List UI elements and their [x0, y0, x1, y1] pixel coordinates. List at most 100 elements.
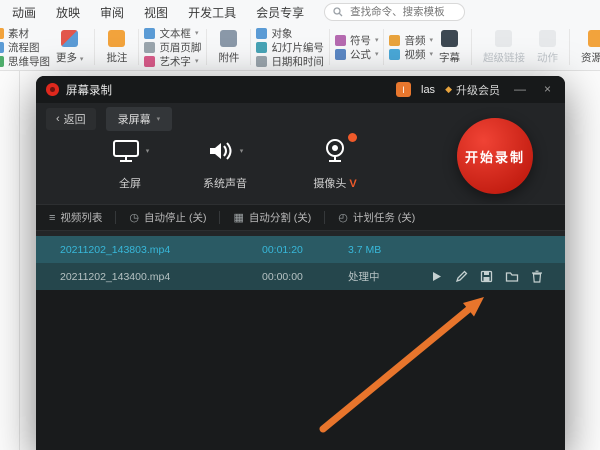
toolbar-divider — [569, 29, 570, 65]
minimize-button[interactable]: — — [510, 76, 530, 103]
toolbar-item-attachment[interactable]: 附件 — [212, 30, 245, 65]
toolbar-item-header-footer[interactable]: 页眉页脚 — [144, 41, 201, 53]
back-button[interactable]: ‹ 返回 — [46, 108, 96, 130]
toolbar-divider — [94, 29, 95, 65]
edit-icon[interactable] — [455, 270, 468, 283]
header-footer-icon — [144, 42, 155, 53]
panel-divider — [19, 71, 20, 450]
toolbar-item-flowchart[interactable]: 流程图 — [0, 41, 50, 53]
record-mode-dropdown[interactable]: 录屏幕 ▾ — [106, 107, 173, 131]
back-label: 返回 — [64, 111, 86, 127]
delete-icon[interactable] — [531, 270, 543, 283]
toolbar-label: 批注 — [106, 50, 127, 65]
toolbar-item-video[interactable]: 视频 ▾ — [389, 48, 433, 60]
tab-video-list[interactable]: ≡ 视频列表 — [36, 205, 115, 230]
tab-auto-split[interactable]: ▦ 自动分割 (关) — [220, 205, 324, 230]
toolbar-item-audio[interactable]: 音频 ▾ — [389, 34, 433, 46]
system-sound-option[interactable]: ▾ 系统声音 — [175, 132, 275, 191]
window-title: 屏幕录制 — [66, 82, 112, 98]
toolbar-divider — [329, 29, 330, 65]
toolbar-item-material[interactable]: 素材 — [0, 27, 50, 39]
row-actions — [430, 270, 543, 283]
window-titlebar: 屏幕录制 l las ◆ 升级会员 — × — [36, 76, 565, 103]
toolbar-item-more[interactable]: 更多 ▾ — [50, 30, 89, 65]
toolbar-item-textbox[interactable]: 文本框 ▾ — [144, 27, 201, 39]
toolbar-item-datetime[interactable]: 日期和时间 — [256, 55, 324, 67]
toolbar-label: 动作 — [537, 50, 558, 65]
table-row[interactable]: 20211202_143400.mp4 00:00:00 处理中 — [36, 263, 565, 290]
menu-view[interactable]: 视图 — [144, 4, 168, 21]
fullscreen-option[interactable]: ▾ 全屏 — [80, 132, 180, 191]
tab-schedule[interactable]: ◴ 计划任务 (关) — [325, 205, 428, 230]
ribbon-menu-bar: 动画 放映 审阅 视图 开发工具 会员专享 — [0, 0, 600, 24]
toolbar-item-formula[interactable]: 公式 ▾ — [335, 48, 379, 60]
start-record-button[interactable]: 开始录制 — [457, 118, 533, 194]
clock-icon: ◴ — [338, 211, 348, 224]
toolbar-label: 页眉页脚 — [159, 40, 201, 55]
toolbar-label: 幻灯片编号 — [271, 40, 324, 55]
toolbar-item-resource[interactable]: 资源夹 — [575, 30, 600, 65]
upgrade-member-button[interactable]: ◆ 升级会员 — [445, 82, 500, 98]
close-button[interactable]: × — [540, 76, 555, 103]
toolbar-divider — [206, 29, 207, 65]
menu-slideshow[interactable]: 放映 — [56, 4, 80, 21]
chevron-down-icon: ▾ — [195, 29, 199, 37]
menu-devtools[interactable]: 开发工具 — [188, 4, 236, 21]
monitor-icon — [111, 138, 141, 164]
toolbar-label: 资源夹 — [581, 50, 600, 65]
toolbar-label: 思维导图 — [8, 54, 50, 69]
toolbar-label: 流程图 — [8, 40, 40, 55]
chevron-down-icon: ▾ — [240, 147, 244, 155]
play-icon[interactable] — [430, 270, 443, 283]
video-list: 20211202_143803.mp4 00:01:20 3.7 MB 2021… — [36, 236, 565, 290]
toolbar-item-object[interactable]: 对象 — [256, 27, 324, 39]
screen-recorder-window: 屏幕录制 l las ◆ 升级会员 — × ‹ 返回 录屏幕 ▾ — [36, 76, 565, 450]
chevron-down-icon: ▾ — [157, 115, 161, 123]
mode-label: 录屏幕 — [118, 111, 151, 127]
toolbar-item-hyperlink: 超级链接 — [477, 30, 531, 65]
record-app-icon — [46, 83, 59, 96]
toolbar-item-symbol[interactable]: 符号 ▾ — [335, 34, 379, 46]
toolbar-item-slide-number[interactable]: 幻灯片编号 — [256, 41, 324, 53]
start-record-label: 开始录制 — [465, 147, 525, 166]
search-icon — [333, 7, 343, 17]
toolbar-label: 符号 — [350, 33, 371, 48]
toolbar-item-comment[interactable]: 批注 — [100, 30, 133, 65]
menu-review[interactable]: 审阅 — [100, 4, 124, 21]
chevron-left-icon: ‹ — [56, 113, 60, 125]
toolbar-label: 公式 — [350, 47, 371, 62]
symbol-icon — [335, 35, 346, 46]
toolbar-item-mindmap[interactable]: 思维导图 — [0, 55, 50, 67]
wordart-icon — [144, 56, 155, 67]
tab-label: 自动分割 (关) — [249, 210, 311, 225]
action-icon — [539, 30, 556, 47]
toolbar-divider — [138, 29, 139, 65]
chevron-down-icon: ▾ — [195, 57, 199, 65]
folder-icon[interactable] — [505, 270, 519, 283]
tab-label: 自动停止 (关) — [144, 210, 206, 225]
chevron-down-icon: ▾ — [375, 36, 379, 44]
toolbar-item-subtitle[interactable]: 字幕 — [433, 30, 466, 65]
camera-vip-badge: V — [349, 178, 356, 190]
menu-member[interactable]: 会员专享 — [256, 4, 304, 21]
ribbon-toolbar: 素材 流程图 思维导图 更多 ▾ 批注 文本框 ▾ 页眉页脚 艺术字 — [0, 24, 600, 71]
search-input[interactable] — [348, 5, 456, 19]
mindmap-icon — [0, 56, 4, 67]
save-icon[interactable] — [480, 270, 493, 283]
comment-icon — [108, 30, 125, 47]
toolbar-label: 视频 — [404, 47, 425, 62]
toolbar-divider — [471, 29, 472, 65]
flowchart-icon — [0, 42, 4, 53]
command-search[interactable] — [324, 3, 465, 21]
resource-folder-icon — [588, 30, 600, 47]
material-icon — [0, 28, 4, 39]
chevron-down-icon: ▾ — [146, 147, 150, 155]
toolbar-item-wordart[interactable]: 艺术字 ▾ — [144, 55, 201, 67]
menu-animation[interactable]: 动画 — [12, 4, 36, 21]
tab-auto-stop[interactable]: ◷ 自动停止 (关) — [116, 205, 219, 230]
tab-label: 视频列表 — [60, 210, 102, 225]
system-sound-label: 系统声音 — [175, 175, 275, 191]
table-row[interactable]: 20211202_143803.mp4 00:01:20 3.7 MB — [36, 236, 565, 263]
speaker-icon — [207, 138, 235, 164]
camera-option[interactable]: 摄像头V — [285, 132, 385, 191]
